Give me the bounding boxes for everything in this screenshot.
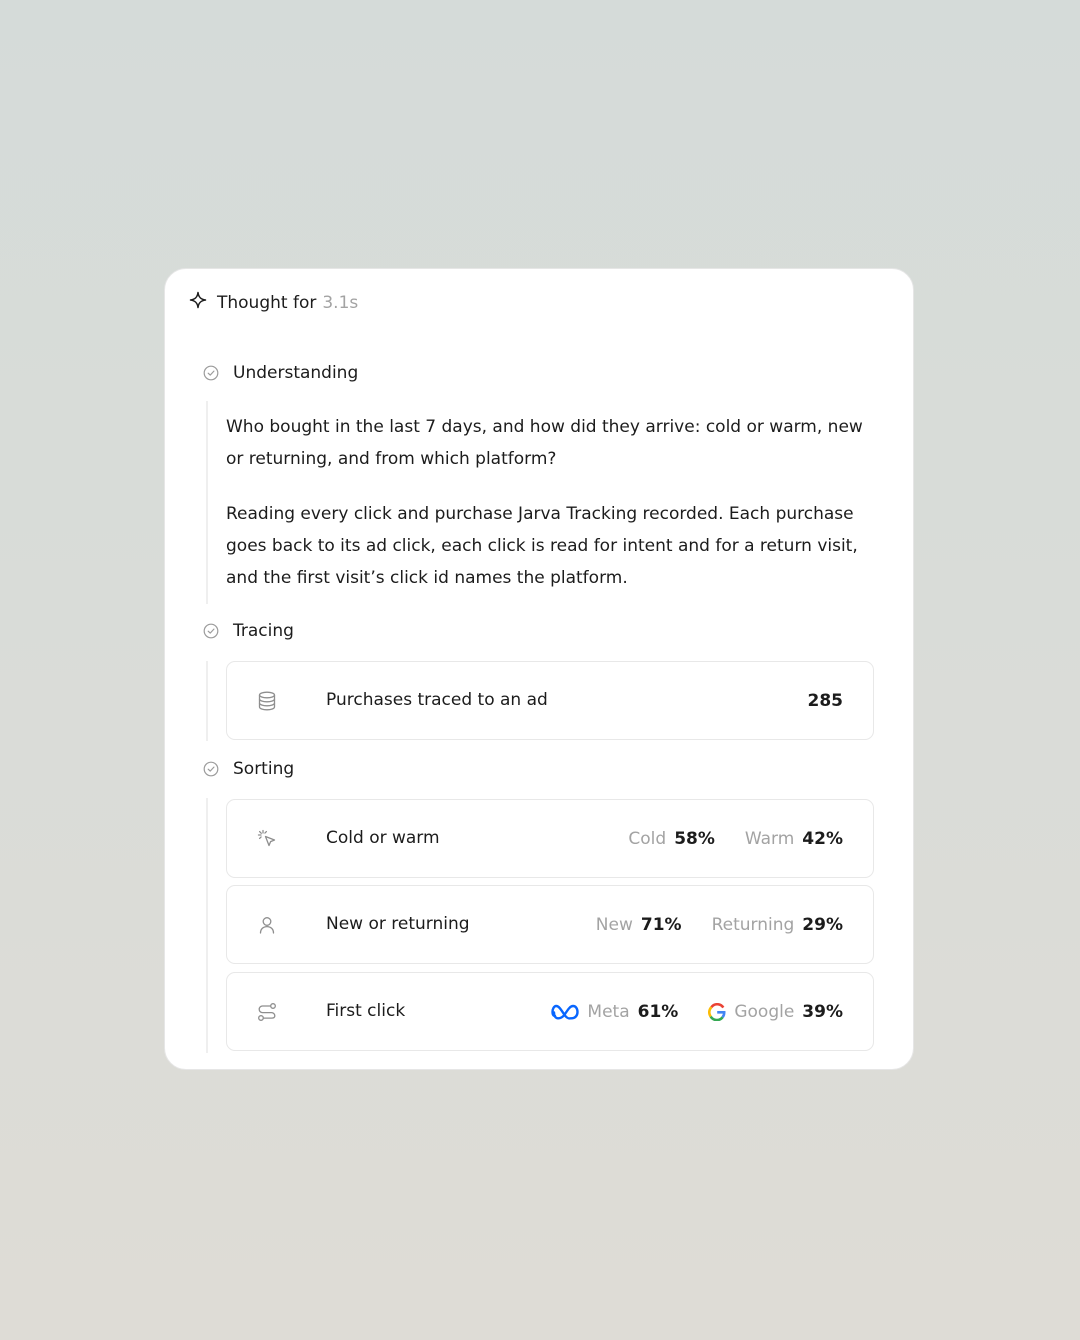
check-circle-icon [203,761,219,777]
step-tracing: Tracing [203,619,294,643]
stat-google: Google 39% [708,1002,843,1022]
stat-value: 58% [674,828,715,849]
stat-meta: Meta 61% [551,1002,678,1022]
thought-header[interactable]: Thought for 3.1s [189,291,358,315]
check-circle-icon [203,365,219,381]
stat-new: New 71% [596,915,682,935]
stat-returning: Returning 29% [712,915,843,935]
stat-value: 61% [637,1001,679,1022]
meta-logo-icon [551,1004,580,1020]
stat-label: Warm [744,828,795,849]
thought-card: Thought for 3.1s Understanding Who bough… [164,268,914,1070]
stat-label: Cold [628,828,667,849]
method-text: Reading every click and purchase Jarva T… [226,504,858,588]
stat-value: 29% [802,914,843,935]
stat-label: Google [734,1001,795,1022]
check-circle-icon [203,623,219,639]
question-text: Who bought in the last 7 days, and how d… [226,417,863,469]
google-logo-icon [708,1002,726,1021]
row-name: Purchases traced to an ad [326,690,548,710]
stat-value: 42% [802,828,843,849]
row-name: First click [326,1001,406,1021]
step-understanding: Understanding [203,361,358,385]
stat-cold: Cold 58% [628,829,715,849]
step-rail [206,661,208,741]
row-value-group: 285 [808,662,844,739]
user-icon [259,917,275,934]
row-stats: Cold 58% Warm 42% [628,800,843,877]
step-label: Sorting [233,759,295,779]
stat-label: New [595,914,633,935]
thought-duration: 3.1s [322,293,359,313]
step-sorting: Sorting [203,757,294,781]
first-click-row: First click Meta 61% Google 39% [226,972,874,1051]
stat-value: 39% [802,1001,843,1022]
thought-title: Thought for [217,293,317,313]
step-rail [206,401,208,604]
stat-warm: Warm 42% [745,829,843,849]
purchases-traced-row: Purchases traced to an ad 285 [226,661,874,740]
row-stats: Meta 61% Google 39% [551,973,843,1050]
row-name: New or returning [326,914,470,934]
new-returning-row: New or returning New 71% Returning 29% [226,885,874,964]
sparkle-icon [189,291,207,309]
row-name: Cold or warm [326,828,440,848]
stat-label: Meta [587,1001,630,1022]
route-icon [258,1003,276,1021]
step-label: Tracing [233,621,294,641]
row-stats: New 71% Returning 29% [596,886,843,963]
cold-warm-row: Cold or warm Cold 58% Warm 42% [226,799,874,878]
step-rail [206,798,208,1053]
stat-value: 71% [640,914,682,935]
database-icon [258,691,276,711]
step-label: Understanding [233,363,359,383]
cursor-click-icon [257,829,276,847]
purchases-count: 285 [807,690,844,711]
stat-label: Returning [711,914,795,935]
